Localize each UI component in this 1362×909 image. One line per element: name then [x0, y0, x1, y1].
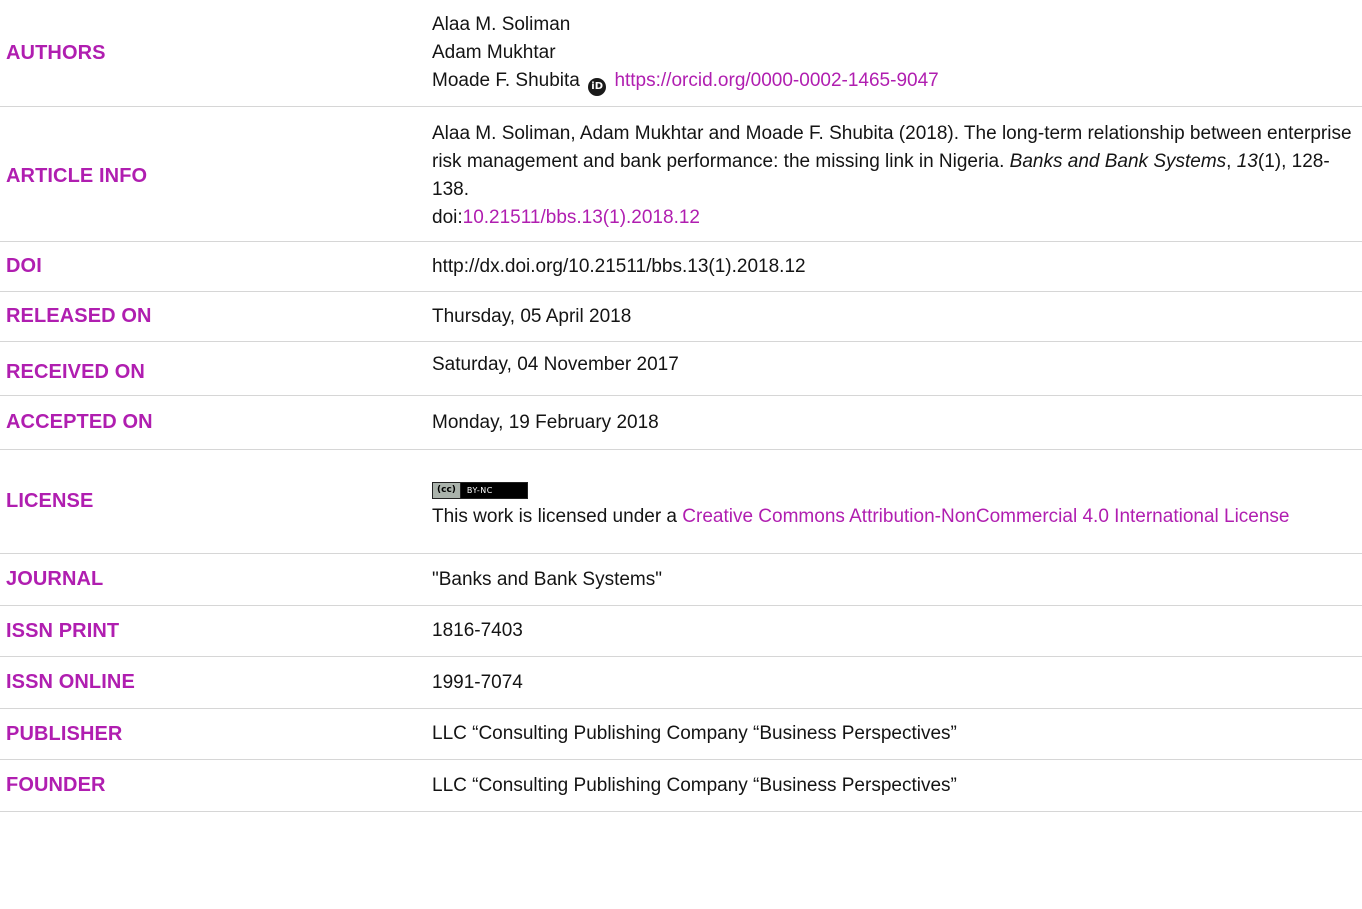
cc-by-nc-badge-icon[interactable]: (cc) BY-NC [432, 481, 528, 499]
authors-value: Alaa M. Soliman Adam Mukhtar Moade F. Sh… [432, 11, 1362, 96]
license-text: This work is licensed under a Creative C… [432, 503, 1362, 531]
author-name: Adam Mukhtar [432, 41, 556, 63]
citation-doi-link[interactable]: 10.21511/bbs.13(1).2018.12 [463, 207, 700, 228]
row-released-on: RELEASED ON Thursday, 05 April 2018 [0, 292, 1362, 342]
row-issn-online: ISSN ONLINE 1991-7074 [0, 657, 1362, 709]
received-on-value: Saturday, 04 November 2017 [432, 353, 679, 375]
row-journal: JOURNAL "Banks and Bank Systems" [0, 554, 1362, 606]
citation-journal: Banks and Bank Systems [1009, 151, 1227, 172]
row-article-info: ARTICLE INFO Alaa M. Soliman, Adam Mukht… [0, 107, 1362, 242]
cc-badge-left: (cc) [433, 482, 461, 498]
license-value: (cc) BY-NC This work is licensed under a… [432, 473, 1362, 531]
orcid-icon: iD [588, 77, 607, 96]
founder-label: FOUNDER [6, 774, 106, 796]
article-info-label: ARTICLE INFO [6, 164, 148, 187]
row-issn-print: ISSN PRINT 1816-7403 [0, 606, 1362, 657]
publisher-label: PUBLISHER [6, 722, 123, 745]
row-license: LICENSE (cc) BY-NC This work is licensed… [0, 450, 1362, 554]
publisher-value: LLC “Consulting Publishing Company “Busi… [432, 723, 957, 744]
issn-online-label: ISSN ONLINE [6, 671, 135, 693]
orcid-link[interactable]: https://orcid.org/0000-0002-1465-9047 [614, 70, 938, 91]
released-on-label: RELEASED ON [6, 305, 152, 327]
issn-print-value: 1816-7403 [432, 620, 523, 641]
founder-value: LLC “Consulting Publishing Company “Busi… [432, 774, 957, 796]
row-authors: AUTHORS Alaa M. Soliman Adam Mukhtar Moa… [0, 0, 1362, 107]
row-founder: FOUNDER LLC “Consulting Publishing Compa… [0, 760, 1362, 812]
row-accepted-on: ACCEPTED ON Monday, 19 February 2018 [0, 396, 1362, 450]
license-label: LICENSE [6, 490, 94, 512]
issn-print-label: ISSN PRINT [6, 619, 120, 642]
article-citation: Alaa M. Soliman, Adam Mukhtar and Moade … [432, 120, 1362, 232]
license-link[interactable]: Creative Commons Attribution-NonCommerci… [682, 506, 1289, 527]
released-on-value: Thursday, 05 April 2018 [432, 305, 632, 327]
article-info-table: AUTHORS Alaa M. Soliman Adam Mukhtar Moa… [0, 0, 1362, 812]
journal-label: JOURNAL [6, 568, 104, 590]
author-entry: Moade F. Shubita iD https://orcid.org/00… [432, 67, 1362, 96]
doi-value: http://dx.doi.org/10.21511/bbs.13(1).201… [432, 255, 806, 277]
received-on-label: RECEIVED ON [6, 361, 145, 383]
row-publisher: PUBLISHER LLC “Consulting Publishing Com… [0, 709, 1362, 760]
accepted-on-value: Monday, 19 February 2018 [432, 411, 659, 433]
citation-separator: , [1226, 151, 1237, 172]
citation-doi-prefix: doi: [432, 207, 463, 228]
row-doi: DOI http://dx.doi.org/10.21511/bbs.13(1)… [0, 242, 1362, 292]
row-received-on: RECEIVED ON Saturday, 04 November 2017 [0, 342, 1362, 396]
citation-volume: 13 [1236, 151, 1258, 172]
cc-badge-right: BY-NC [460, 482, 527, 498]
journal-value: "Banks and Bank Systems" [432, 568, 662, 590]
issn-online-value: 1991-7074 [432, 671, 523, 693]
license-text-prefix: This work is licensed under a [432, 505, 683, 527]
accepted-on-label: ACCEPTED ON [6, 411, 153, 433]
doi-label: DOI [6, 255, 42, 277]
author-name: Moade F. Shubita [432, 69, 580, 91]
authors-label: AUTHORS [6, 41, 106, 64]
author-name: Alaa M. Soliman [432, 13, 571, 35]
